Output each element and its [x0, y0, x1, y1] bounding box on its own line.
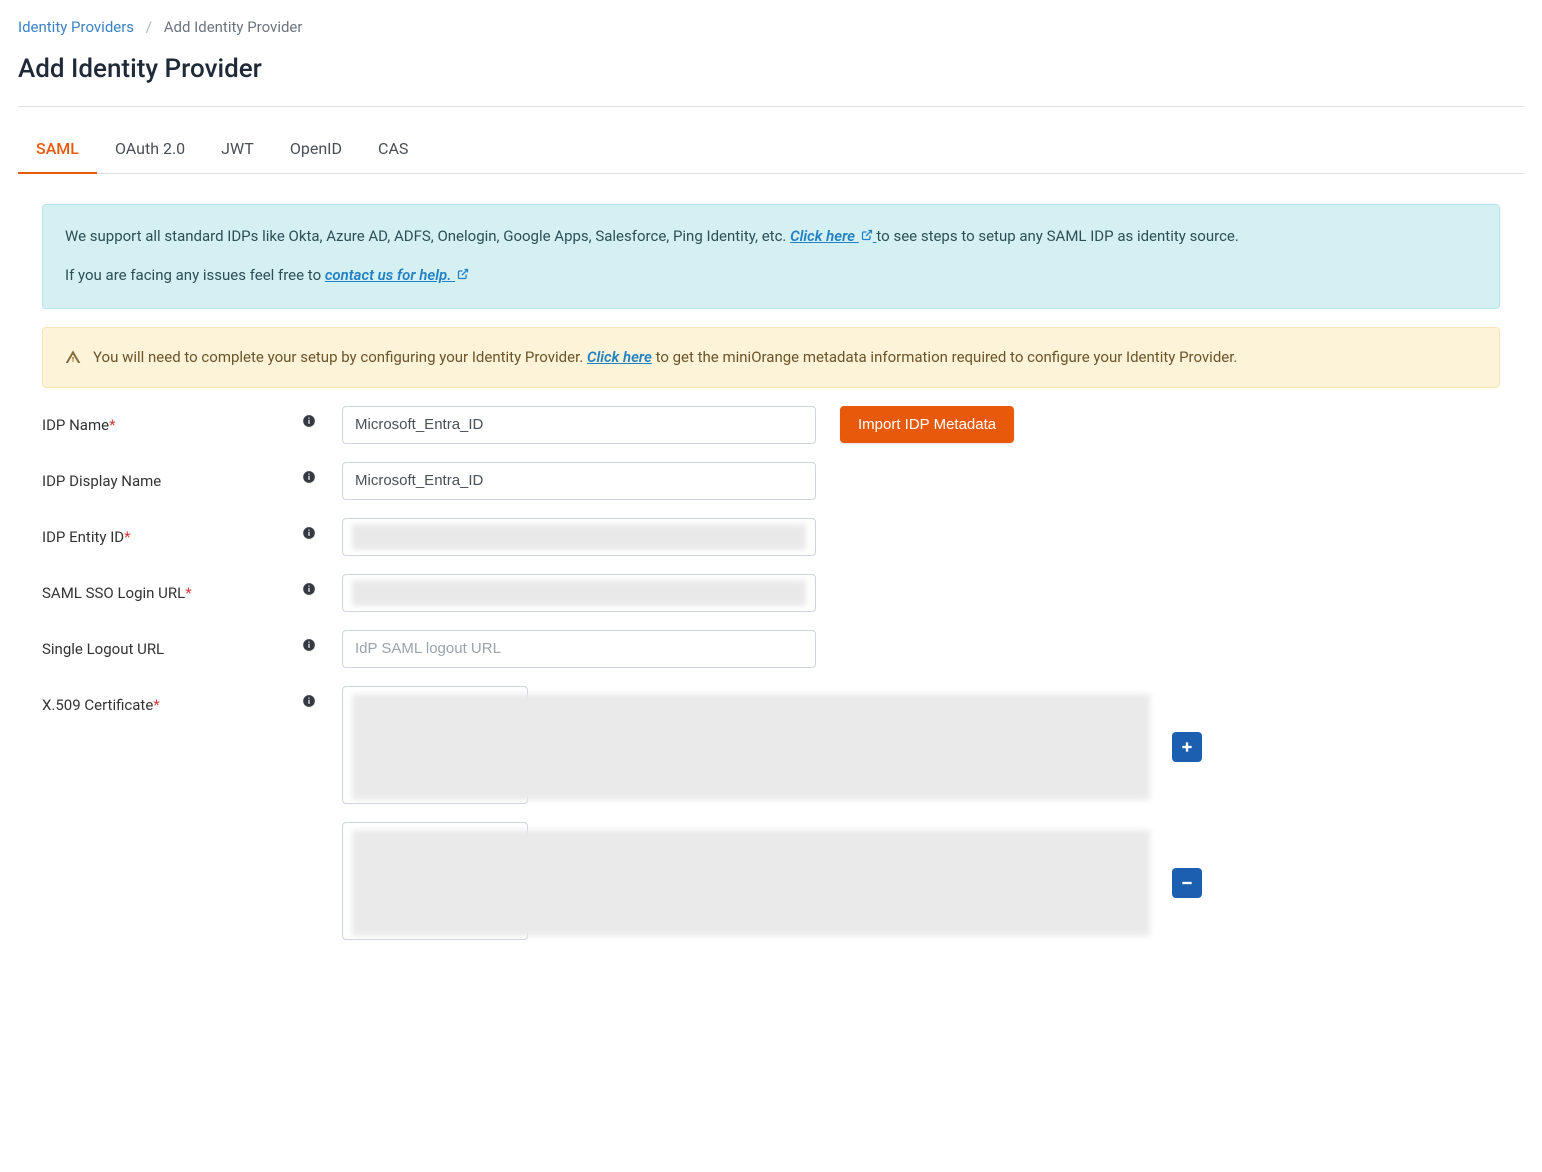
page-title: Add Identity Provider: [18, 54, 1524, 84]
tab-cas[interactable]: CAS: [360, 125, 426, 174]
idp-entity-id-field[interactable]: [342, 518, 816, 556]
idp-display-name-field[interactable]: [342, 462, 816, 500]
breadcrumb-separator: /: [146, 18, 152, 36]
info-icon[interactable]: [302, 582, 316, 596]
info-icon[interactable]: [302, 638, 316, 652]
tab-saml[interactable]: SAML: [18, 125, 97, 174]
x509-certificate-field-2[interactable]: [342, 822, 528, 940]
info-icon[interactable]: [302, 470, 316, 484]
info-alert: We support all standard IDPs like Okta, …: [42, 204, 1500, 309]
breadcrumb-link-root[interactable]: Identity Providers: [18, 18, 134, 36]
info-icon[interactable]: [302, 414, 316, 428]
divider: [18, 106, 1524, 107]
warning-alert: You will need to complete your setup by …: [42, 327, 1500, 388]
info-link-contact[interactable]: contact us for help.: [325, 266, 469, 284]
breadcrumb: Identity Providers / Add Identity Provid…: [18, 18, 1524, 36]
warning-text-pre: You will need to complete your setup by …: [93, 348, 587, 366]
import-metadata-button[interactable]: Import IDP Metadata: [840, 406, 1014, 443]
tabs: SAML OAuth 2.0 JWT OpenID CAS: [18, 125, 1524, 174]
info-link-setup-label: Click here: [790, 227, 855, 245]
add-certificate-button[interactable]: [1172, 732, 1202, 762]
warning-link[interactable]: Click here: [587, 348, 652, 366]
label-sso-login-url: SAML SSO Login URL*: [42, 574, 302, 602]
info-text-1b: to see steps to setup any SAML IDP as id…: [876, 227, 1238, 245]
remove-certificate-button[interactable]: [1172, 868, 1202, 898]
info-link-setup[interactable]: Click here: [790, 227, 876, 245]
label-single-logout-url: Single Logout URL: [42, 630, 302, 658]
warning-text-post: to get the miniOrange metadata informati…: [656, 348, 1238, 366]
minus-icon: [1180, 876, 1194, 890]
label-idp-display-name: IDP Display Name: [42, 462, 302, 490]
info-link-contact-label: contact us for help.: [325, 266, 452, 284]
label-x509-certificate: X.509 Certificate*: [42, 686, 302, 714]
label-idp-name: IDP Name*: [42, 406, 302, 434]
tab-jwt[interactable]: JWT: [203, 125, 272, 174]
tab-openid[interactable]: OpenID: [272, 125, 360, 174]
external-link-icon: [457, 268, 469, 280]
info-icon[interactable]: [302, 526, 316, 540]
breadcrumb-current: Add Identity Provider: [164, 18, 303, 36]
idp-name-field[interactable]: [342, 406, 816, 444]
info-text-1a: We support all standard IDPs like Okta, …: [65, 227, 790, 245]
info-icon[interactable]: [302, 694, 316, 708]
external-link-icon: [861, 229, 873, 241]
plus-icon: [1180, 740, 1194, 754]
warning-icon: [65, 349, 81, 365]
info-text-2a: If you are facing any issues feel free t…: [65, 266, 325, 284]
sso-login-url-field[interactable]: [342, 574, 816, 612]
single-logout-url-field[interactable]: [342, 630, 816, 668]
label-idp-entity-id: IDP Entity ID*: [42, 518, 302, 546]
tab-oauth2[interactable]: OAuth 2.0: [97, 125, 203, 174]
x509-certificate-field-1[interactable]: [342, 686, 528, 804]
